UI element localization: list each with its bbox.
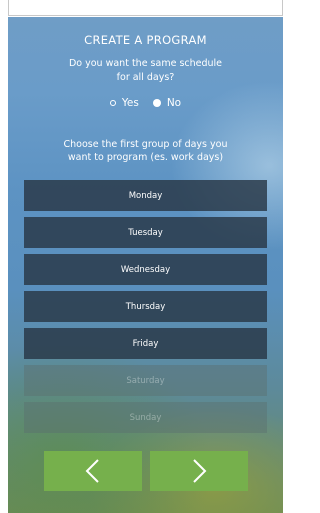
program-screen: CREATE A PROGRAM Do you want the same sc… [8,17,283,513]
window-top-strip [0,0,289,16]
window-top-border [8,0,283,16]
radio-no[interactable]: No [152,97,182,109]
same-schedule-radio-group: Yes No [8,97,283,109]
day-button-tuesday[interactable]: Tuesday [24,217,267,248]
instruction-line-1: Choose the first group of days you [63,139,228,150]
page-title: CREATE A PROGRAM [84,33,207,47]
chevron-left-icon [85,459,99,483]
day-button-wednesday[interactable]: Wednesday [24,254,267,285]
day-button-monday[interactable]: Monday [24,180,267,211]
radio-no-label: No [166,97,182,109]
day-button-friday[interactable]: Friday [24,328,267,359]
instruction-line-2: want to program (es. work days) [67,152,224,163]
day-selection-list: Monday Tuesday Wednesday Thursday Friday… [24,180,267,439]
radio-unselected-icon[interactable] [109,100,116,106]
days-instruction: Choose the first group of days you want … [8,138,283,164]
next-button[interactable] [150,451,248,491]
radio-yes[interactable]: Yes [109,97,139,109]
chevron-right-icon [193,459,207,483]
back-button[interactable] [44,451,142,491]
day-button-thursday[interactable]: Thursday [24,291,267,322]
radio-selected-icon[interactable] [152,99,161,107]
question-line-2: for all days? [116,72,175,83]
navigation-bar [44,451,248,491]
schedule-question: Do you want the same schedule for all da… [8,57,283,85]
radio-yes-label: Yes [121,97,139,109]
day-button-saturday: Saturday [24,365,267,396]
question-line-1: Do you want the same schedule [68,58,223,69]
day-button-sunday: Sunday [24,402,267,433]
